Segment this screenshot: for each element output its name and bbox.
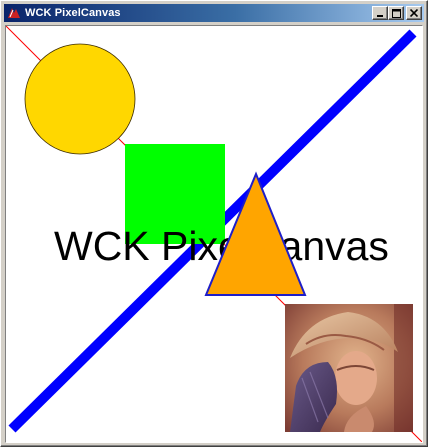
minimize-icon — [377, 15, 383, 17]
close-button[interactable] — [406, 6, 422, 20]
canvas-drawing: WCK PixelCanvas — [6, 26, 422, 442]
maximize-button[interactable] — [388, 6, 404, 20]
maximize-icon — [391, 8, 401, 18]
window-controls — [372, 6, 422, 20]
app-window: WCK PixelCanvas WCK PixelCanvas — [0, 0, 428, 447]
pixel-canvas[interactable]: WCK PixelCanvas — [5, 25, 423, 443]
close-icon — [410, 9, 418, 17]
lena-photo — [285, 304, 413, 432]
tk-feather-icon[interactable] — [6, 5, 22, 21]
minimize-button[interactable] — [372, 6, 388, 20]
window-title: WCK PixelCanvas — [25, 7, 121, 19]
title-bar[interactable]: WCK PixelCanvas — [4, 4, 424, 22]
yellow-circle — [24, 43, 136, 155]
